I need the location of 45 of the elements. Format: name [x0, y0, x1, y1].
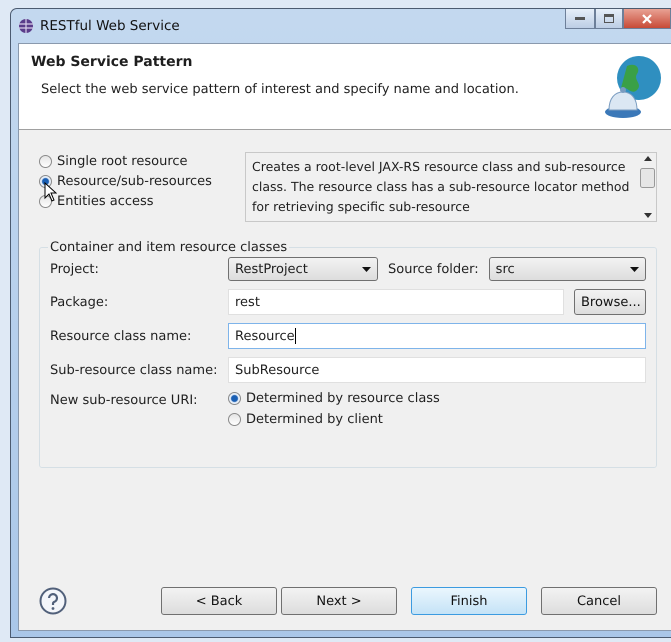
- field-label: Source folder:: [388, 262, 479, 276]
- description-text: Creates a root-level JAX-RS resource class and sub-resource class. The resource class has a sub-resource locator method for retrieving specific sub-resource: [251, 158, 630, 216]
- globe-icon: [18, 18, 34, 34]
- page-title: Web Service Pattern: [31, 54, 194, 70]
- help-icon[interactable]: [39, 587, 67, 615]
- browse-button[interactable]: Browse...: [574, 289, 646, 315]
- close-icon: [642, 14, 652, 24]
- minimize-button[interactable]: [565, 9, 595, 29]
- dialog-button[interactable]: Finish: [411, 587, 527, 615]
- group-title: Container and item resource classes: [49, 240, 288, 255]
- dialog-button[interactable]: Next >: [281, 587, 397, 615]
- field-label: New sub-resource URI:: [50, 392, 199, 408]
- project-dropdown[interactable]: RestProject: [228, 257, 378, 281]
- field-label: Resource class name:: [50, 328, 192, 344]
- input-field[interactable]: SubResource: [228, 357, 646, 383]
- radio-button[interactable]: [228, 413, 241, 426]
- maximize-icon: [604, 14, 614, 23]
- close-button[interactable]: [623, 9, 671, 29]
- radio-button[interactable]: [228, 392, 241, 405]
- scroll-up-icon[interactable]: [644, 156, 652, 161]
- package-field[interactable]: rest: [228, 289, 564, 315]
- scroll-down-icon[interactable]: [644, 212, 652, 218]
- dropdown-caret-icon: [362, 266, 371, 272]
- source-folder-dropdown[interactable]: src: [488, 257, 646, 281]
- radio-label: Single root resource: [57, 154, 188, 169]
- dialog-button[interactable]: < Back: [161, 587, 277, 615]
- field-label: Project:: [50, 262, 100, 276]
- dropdown-caret-icon: [630, 266, 639, 272]
- globe-bell-drawing: [603, 54, 663, 120]
- radio-label: Determined by client: [246, 412, 383, 427]
- radio-button[interactable]: [39, 155, 52, 168]
- window-title: RESTful Web Service: [40, 18, 180, 34]
- radio-label: Determined by resource class: [246, 391, 440, 406]
- radio-label: Resource/sub-resources: [57, 174, 212, 189]
- minimize-icon: [575, 17, 585, 20]
- dialog-button[interactable]: Cancel: [541, 587, 657, 615]
- mouse-pointer-icon: [44, 182, 57, 202]
- input-field[interactable]: Resource: [228, 323, 646, 349]
- page-description: Select the web service pattern of interest and specify name and location.: [40, 82, 520, 97]
- radio-label: Entities access: [57, 194, 154, 209]
- field-label: Package:: [50, 294, 110, 310]
- scroll-thumb[interactable]: [640, 168, 655, 188]
- radio-button[interactable]: [39, 175, 52, 188]
- maximize-button[interactable]: [595, 9, 623, 29]
- field-label: Sub-resource class name:: [50, 362, 218, 378]
